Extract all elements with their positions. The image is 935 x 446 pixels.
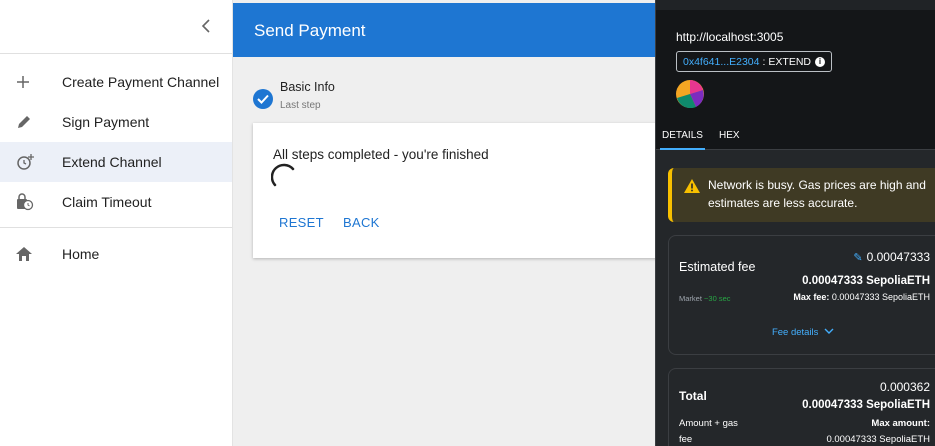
sidebar-item-label: Home — [62, 246, 100, 262]
sidebar-divider — [0, 227, 232, 228]
warning-line-1: Network is busy. Gas prices are high and — [708, 178, 926, 192]
total-value: 0.000362 — [879, 380, 930, 394]
sidebar-item-extend-channel[interactable]: Extend Channel — [0, 142, 232, 182]
market-label: Market ~30 sec — [679, 294, 731, 303]
sidebar-item-create-payment-channel[interactable]: Create Payment Channel — [0, 62, 232, 102]
step-sublabel: Last step — [280, 100, 321, 111]
method-name: EXTEND — [768, 55, 811, 68]
max-amount-value: 0.00047333 SepoliaETH — [826, 434, 930, 445]
home-icon — [16, 243, 46, 265]
info-icon[interactable]: i — [815, 56, 825, 67]
total-label: Total — [679, 389, 707, 403]
sidebar-item-home[interactable]: Home — [0, 234, 232, 274]
app-root: Create Payment Channel Sign Payment Exte… — [0, 0, 935, 446]
max-fee: Max fee: 0.00047333 SepoliaETH — [793, 292, 930, 302]
metamask-popup: http://localhost:3005 0x4f641...E2304 : … — [655, 0, 935, 446]
warning-line-2: estimates are less accurate. — [708, 196, 858, 210]
estimated-fee-box: Estimated fee ✎ 0.00047333 0.00047333 Sep… — [668, 235, 935, 355]
estimated-fee-label: Estimated fee — [679, 260, 756, 274]
completion-message: All steps completed - you're finished — [273, 147, 489, 162]
clock-add-icon — [16, 151, 46, 173]
stepper-step: Basic Info Last step — [253, 80, 335, 111]
metamask-top-strip — [656, 0, 935, 10]
contract-address-chip[interactable]: 0x4f641...E2304 : EXTEND i — [676, 51, 832, 72]
metamask-header: http://localhost:3005 0x4f641...E2304 : … — [656, 0, 935, 122]
lock-clock-icon — [16, 191, 46, 213]
warning-icon — [684, 179, 700, 193]
reset-button[interactable]: RESET — [279, 215, 324, 230]
total-box: Total 0.000362 0.00047333 SepoliaETH Amo… — [668, 368, 935, 446]
sidebar-item-label: Sign Payment — [62, 114, 150, 130]
sidebar-item-label: Extend Channel — [62, 154, 162, 170]
chevron-left-icon[interactable] — [196, 16, 216, 36]
estimated-fee-eth: 0.00047333 SepoliaETH — [802, 275, 930, 287]
check-icon — [253, 89, 273, 109]
account-avatar — [676, 80, 704, 108]
sidebar: Create Payment Channel Sign Payment Exte… — [0, 0, 233, 446]
fee-details-link[interactable]: Fee details — [669, 327, 935, 338]
sidebar-item-label: Create Payment Channel — [62, 74, 220, 90]
step-label: Basic Info — [280, 80, 335, 94]
total-eth: 0.00047333 SepoliaETH — [802, 399, 930, 411]
pencil-icon — [16, 111, 46, 133]
max-amount-label: Max amount: — [871, 418, 930, 429]
network-busy-warning: Network is busy. Gas prices are high and… — [668, 168, 935, 222]
fee-label: fee — [679, 434, 693, 445]
estimated-fee-value: ✎ 0.00047333 — [853, 250, 930, 264]
tab-hex[interactable]: HEX — [719, 130, 740, 141]
amount-gas-label: Amount + gas — [679, 418, 738, 429]
back-button[interactable]: BACK — [343, 215, 380, 230]
edit-icon[interactable]: ✎ — [853, 251, 862, 264]
origin-url: http://localhost:3005 — [676, 30, 784, 44]
contract-address: 0x4f641...E2304 — [683, 55, 760, 68]
chevron-down-icon — [824, 328, 834, 334]
sidebar-item-claim-timeout[interactable]: Claim Timeout — [0, 182, 232, 222]
metamask-tabs: DETAILS HEX — [656, 122, 935, 150]
sidebar-list: Create Payment Channel Sign Payment Exte… — [0, 54, 232, 274]
loading-spinner-icon — [271, 163, 295, 187]
sidebar-header — [0, 0, 232, 54]
sidebar-item-sign-payment[interactable]: Sign Payment — [0, 102, 232, 142]
tab-details[interactable]: DETAILS — [660, 130, 705, 150]
plus-icon — [16, 71, 46, 93]
sidebar-item-label: Claim Timeout — [62, 194, 152, 210]
completion-card: All steps completed - you're finished RE… — [253, 123, 673, 258]
